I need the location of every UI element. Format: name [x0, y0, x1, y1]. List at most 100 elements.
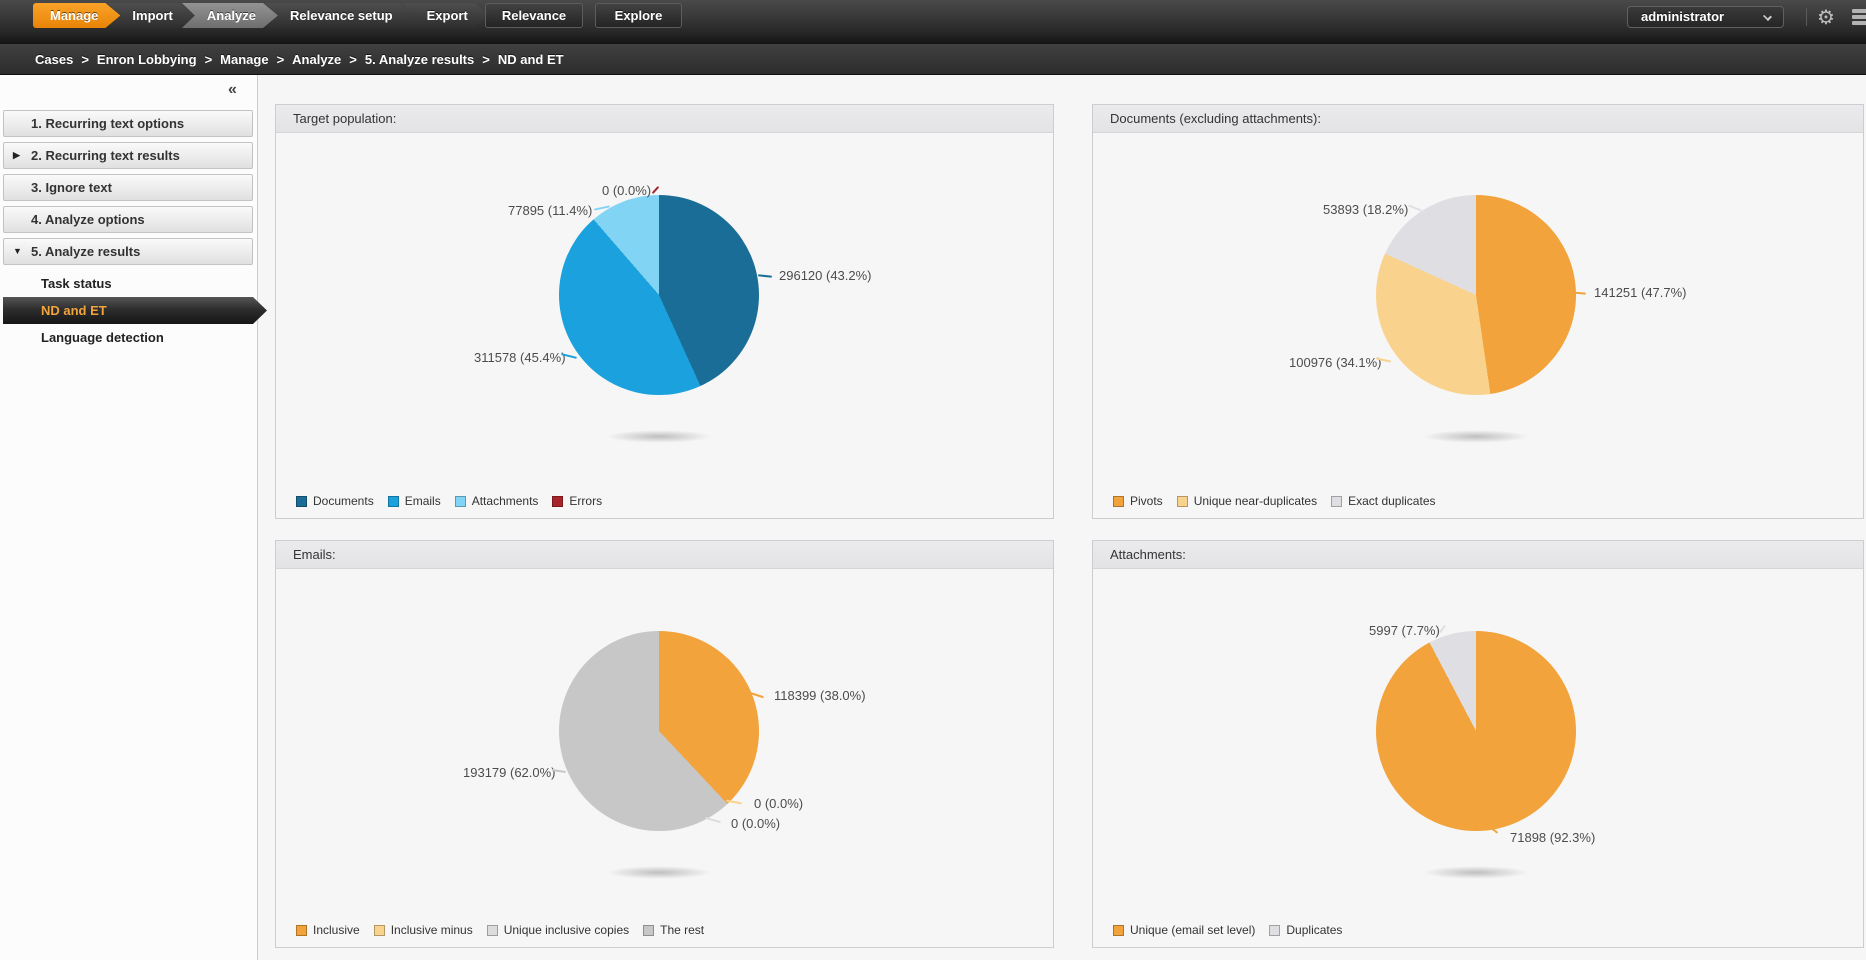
- legend-swatch: [374, 925, 385, 936]
- breadcrumb-separator: >: [482, 52, 490, 67]
- sidebar-nav: 1. Recurring text options ▶ 2. Recurring …: [3, 110, 253, 351]
- legend-entry-exact-duplicates: Exact duplicates: [1331, 494, 1435, 508]
- breadcrumb-nd-and-et[interactable]: ND and ET: [498, 52, 564, 67]
- pie-shadow: [1423, 430, 1529, 443]
- legend-swatch: [296, 496, 307, 507]
- legend-swatch: [1331, 496, 1342, 507]
- tab-relevance-setup[interactable]: Relevance setup: [265, 3, 415, 28]
- slice-label-inclusive: 118399 (38.0%): [774, 688, 866, 703]
- tab-export[interactable]: Export: [402, 3, 490, 28]
- tab-analyze[interactable]: Analyze: [182, 3, 278, 28]
- workflow-tabs: Manage Import Analyze Relevance setup Ex…: [33, 3, 490, 28]
- breadcrumb-separator: >: [81, 52, 89, 67]
- breadcrumb-analyze-results[interactable]: 5. Analyze results: [365, 52, 474, 67]
- legend-swatch: [1113, 925, 1124, 936]
- legend-entry-documents: Documents: [296, 494, 374, 508]
- panel-title: Target population:: [276, 105, 1053, 133]
- pie-chart-target-population[interactable]: [559, 195, 759, 395]
- legend-entry-inclusive: Inclusive: [296, 923, 360, 937]
- legend-swatch: [552, 496, 563, 507]
- pie-shadow: [1423, 866, 1529, 879]
- panel-emails: Emails: 118399 (38.0%) 0 (0.0%) 0 (0.0%)…: [275, 540, 1054, 948]
- tab-import[interactable]: Import: [107, 3, 194, 28]
- legend-entry-emails: Emails: [388, 494, 441, 508]
- relevance-button[interactable]: Relevance: [485, 3, 583, 28]
- legend-swatch: [1113, 496, 1124, 507]
- slice-label-exact-duplicates: 53893 (18.2%): [1323, 202, 1408, 217]
- legend-entry-attachments: Attachments: [455, 494, 539, 508]
- legend-swatch: [388, 496, 399, 507]
- breadcrumb: Cases > Enron Lobbying > Manage > Analyz…: [0, 44, 1866, 75]
- chevron-down-icon: [1763, 12, 1772, 21]
- sidebar-item-analyze-results[interactable]: ▼ 5. Analyze results: [3, 238, 253, 265]
- pie-chart-documents[interactable]: [1376, 195, 1576, 395]
- legend-entry-unique-email-set-level: Unique (email set level): [1113, 923, 1255, 937]
- panel-title: Emails:: [276, 541, 1053, 569]
- sidebar-item-recurring-text-options[interactable]: 1. Recurring text options: [3, 110, 253, 137]
- tab-manage[interactable]: Manage: [33, 3, 120, 28]
- legend-entry-inclusive-minus: Inclusive minus: [374, 923, 473, 937]
- chart-legend: Documents Emails Attachments Errors: [296, 494, 616, 508]
- sidebar-subitem-language-detection[interactable]: Language detection: [3, 324, 253, 351]
- slice-label-errors: 0 (0.0%): [602, 183, 651, 198]
- legend-swatch: [487, 925, 498, 936]
- gear-icon[interactable]: ⚙: [1817, 5, 1835, 30]
- legend-swatch: [296, 925, 307, 936]
- breadcrumb-analyze[interactable]: Analyze: [292, 52, 341, 67]
- panel-documents-excluding-attachments: Documents (excluding attachments): 14125…: [1092, 104, 1864, 519]
- expand-arrow-icon: ▶: [13, 143, 20, 168]
- chart-legend: Unique (email set level) Duplicates: [1113, 923, 1356, 937]
- breadcrumb-case-name[interactable]: Enron Lobbying: [97, 52, 197, 67]
- slice-label-unique-email-set-level: 71898 (92.3%): [1510, 830, 1595, 845]
- top-toolbar: Manage Import Analyze Relevance setup Ex…: [0, 0, 1866, 44]
- legend-entry-unique-inclusive-copies: Unique inclusive copies: [487, 923, 629, 937]
- pie-shadow: [606, 866, 712, 879]
- breadcrumb-separator: >: [205, 52, 213, 67]
- legend-swatch: [455, 496, 466, 507]
- sidebar-collapse-icon[interactable]: «: [228, 81, 237, 99]
- toolbar-divider: [1806, 8, 1807, 26]
- legend-entry-errors: Errors: [552, 494, 602, 508]
- user-dropdown[interactable]: administrator: [1627, 6, 1784, 28]
- panel-title: Documents (excluding attachments):: [1093, 105, 1863, 133]
- slice-label-duplicates: 5997 (7.7%): [1369, 623, 1440, 638]
- sidebar-item-label: 5. Analyze results: [31, 244, 140, 259]
- slice-label-pivots: 141251 (47.7%): [1594, 285, 1687, 300]
- explore-button[interactable]: Explore: [595, 3, 682, 28]
- pie-shadow: [606, 430, 712, 443]
- breadcrumb-manage[interactable]: Manage: [220, 52, 268, 67]
- sidebar-item-label: 2. Recurring text results: [31, 148, 180, 163]
- panel-target-population: Target population: 296120 (43.2%) 311578…: [275, 104, 1054, 519]
- panel-title: Attachments:: [1093, 541, 1863, 569]
- user-dropdown-label: administrator: [1641, 9, 1724, 24]
- collapse-arrow-icon: ▼: [13, 239, 22, 264]
- legend-entry-duplicates: Duplicates: [1269, 923, 1342, 937]
- legend-swatch: [643, 925, 654, 936]
- legend-entry-the-rest: The rest: [643, 923, 704, 937]
- sidebar-item-ignore-text[interactable]: 3. Ignore text: [3, 174, 253, 201]
- slice-label-unique-near-duplicates: 100976 (34.1%): [1289, 355, 1382, 370]
- slice-label-unique-inclusive-copies: 0 (0.0%): [731, 816, 780, 831]
- sidebar-subitem-nd-and-et[interactable]: ND and ET: [3, 297, 267, 324]
- sidebar-item-recurring-text-results[interactable]: ▶ 2. Recurring text results: [3, 142, 253, 169]
- slice-label-inclusive-minus: 0 (0.0%): [754, 796, 803, 811]
- legend-swatch: [1269, 925, 1280, 936]
- slice-label-emails: 311578 (45.4%): [474, 350, 566, 365]
- panel-attachments: Attachments: 71898 (92.3%) 5997 (7.7%) U…: [1092, 540, 1864, 948]
- legend-entry-pivots: Pivots: [1113, 494, 1163, 508]
- slice-label-the-rest: 193179 (62.0%): [463, 765, 556, 780]
- chart-legend: Inclusive Inclusive minus Unique inclusi…: [296, 923, 718, 937]
- server-icon[interactable]: [1852, 9, 1866, 27]
- breadcrumb-cases[interactable]: Cases: [35, 52, 73, 67]
- breadcrumb-separator: >: [349, 52, 357, 67]
- breadcrumb-separator: >: [277, 52, 285, 67]
- slice-label-documents: 296120 (43.2%): [779, 268, 872, 283]
- sidebar: « 1. Recurring text options ▶ 2. Recurrin…: [0, 75, 258, 960]
- legend-swatch: [1177, 496, 1188, 507]
- sidebar-subitem-task-status[interactable]: Task status: [3, 270, 253, 297]
- sidebar-item-analyze-options[interactable]: 4. Analyze options: [3, 206, 253, 233]
- pie-chart-attachments[interactable]: [1376, 631, 1576, 831]
- slice-label-attachments: 77895 (11.4%): [508, 203, 592, 218]
- legend-entry-unique-near-duplicates: Unique near-duplicates: [1177, 494, 1317, 508]
- chart-legend: Pivots Unique near-duplicates Exact dupl…: [1113, 494, 1450, 508]
